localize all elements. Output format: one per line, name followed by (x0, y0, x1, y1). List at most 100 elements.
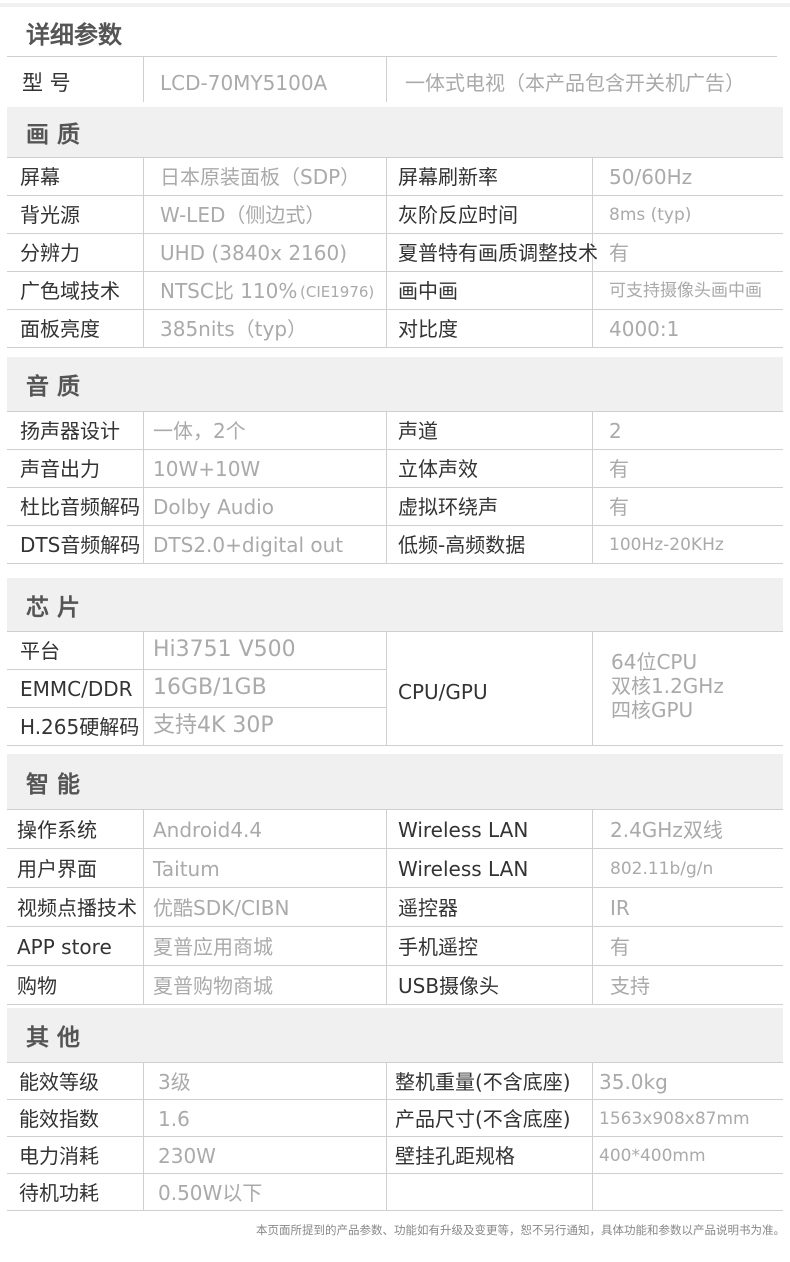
smart-col-divider (592, 809, 593, 1004)
picture-row-value-right: 50/60Hz (609, 165, 693, 189)
smart-row-line (7, 848, 386, 849)
sound-row-value: Dolby Audio (153, 495, 274, 519)
sound-row-value: 一体，2个 (153, 419, 246, 443)
chip-row-line (7, 707, 386, 708)
other-bottom-line (7, 1210, 783, 1211)
sound-row-line (387, 487, 783, 488)
smart-col-divider (386, 809, 387, 1004)
picture-row-line (7, 309, 386, 310)
picture-row-line (7, 233, 386, 234)
picture-row-label: 广色域技术 (20, 279, 120, 303)
other-top-line (7, 1062, 783, 1063)
chip-col-divider (143, 631, 144, 745)
chip-section-title: 芯 片 (26, 594, 81, 621)
picture-row-value-suffix: (CIE1976) (300, 283, 375, 301)
sound-row-label-right: 立体声效 (398, 457, 478, 481)
chip-cpu-value: 64位CPU (611, 650, 698, 674)
chip-cpu-value: 四核GPU (611, 698, 694, 722)
sound-row-value-right: 有 (609, 495, 629, 519)
other-section-title: 其 他 (26, 1025, 81, 1051)
smart-row-line (7, 926, 386, 927)
smart-row-label-right: USB摄像头 (398, 973, 500, 998)
other-row-label: 能效指数 (19, 1106, 99, 1131)
other-row-value: 0.50W以下 (158, 1180, 263, 1205)
other-col-divider (386, 1062, 387, 1210)
sound-row-value-right: 有 (609, 457, 629, 481)
picture-row-label-right: 灰阶反应时间 (398, 203, 518, 227)
smart-row-line (387, 965, 783, 966)
sound-row-line (387, 525, 783, 526)
picture-row-label: 屏幕 (20, 165, 60, 189)
model-note: 一体式电视（本产品包含开关机广告） (405, 71, 745, 95)
smart-section-header: 智 能 (7, 754, 783, 809)
smart-row-label: APP store (17, 934, 112, 959)
picture-section-title: 画 质 (26, 122, 81, 148)
sound-col-divider (143, 411, 144, 563)
smart-row-value: 夏普应用商城 (153, 934, 273, 959)
picture-row-value: NTSC比 110% (160, 279, 298, 303)
other-row-value: 3级 (158, 1069, 191, 1094)
smart-section-title: 智 能 (26, 771, 81, 798)
sound-row-label: DTS音频解码 (20, 533, 141, 557)
sound-row-label-right: 低频-高频数据 (398, 533, 526, 557)
picture-row-label: 面板亮度 (20, 317, 100, 341)
picture-row-label: 分辨力 (20, 241, 80, 265)
picture-row-label-right: 画中画 (398, 279, 458, 303)
smart-row-line (387, 848, 783, 849)
picture-top-line (7, 157, 783, 158)
picture-row-line (7, 195, 386, 196)
picture-col-divider (386, 157, 387, 347)
top-divider (0, 3, 790, 7)
picture-row-label: 背光源 (20, 203, 80, 227)
other-row-value: 230W (158, 1143, 216, 1168)
sound-row-line (7, 525, 386, 526)
picture-row-line (387, 195, 783, 196)
title-underline (7, 56, 777, 57)
picture-bottom-line (7, 347, 783, 348)
smart-row-label-right: Wireless LAN (398, 817, 529, 842)
other-row-label-right: 产品尺寸(不含底座) (395, 1106, 571, 1131)
sound-row-value-right: 100Hz-20KHz (609, 535, 724, 555)
sound-row-label: 扬声器设计 (20, 419, 120, 443)
chip-row-value: 支持4K 30P (153, 713, 274, 738)
sound-section-title: 音 质 (26, 374, 81, 400)
smart-row-value: Android4.4 (153, 817, 263, 842)
smart-row-label: 操作系统 (17, 817, 97, 842)
model-divider-1 (143, 56, 144, 102)
chip-row-line (7, 669, 386, 670)
picture-row-line (387, 271, 783, 272)
other-row-line (387, 1173, 783, 1174)
smart-row-label: 用户界面 (17, 856, 97, 881)
sound-row-label-right: 虚拟环绕声 (398, 495, 498, 519)
other-row-value-right: 400*400mm (599, 1145, 706, 1166)
sound-row-value: 10W+10W (153, 457, 261, 481)
picture-row-value-right: 可支持摄像头画中画 (609, 281, 762, 301)
smart-row-value: Taitum (153, 856, 220, 881)
model-divider-2 (386, 56, 387, 102)
other-section-header: 其 他 (7, 1008, 783, 1062)
sound-row-label: 杜比音频解码 (20, 495, 140, 519)
model-value: LCD-70MY5100A (160, 71, 328, 95)
sound-section-header: 音 质 (7, 357, 783, 411)
chip-bottom-line (7, 745, 783, 746)
smart-row-label: 视频点播技术 (17, 895, 137, 920)
chip-cpu-label: CPU/GPU (398, 680, 488, 704)
picture-row-line (7, 271, 386, 272)
smart-row-label-right: 手机遥控 (398, 934, 478, 959)
other-row-label-right: 壁挂孔距规格 (395, 1143, 515, 1168)
picture-row-value-right: 4000:1 (609, 317, 680, 341)
sound-row-line (7, 449, 386, 450)
smart-top-line (7, 809, 783, 810)
chip-row-value: 16GB/1GB (153, 675, 267, 700)
chip-top-line (7, 631, 783, 632)
chip-row-label: 平台 (20, 639, 60, 663)
sound-col-divider (592, 411, 593, 563)
sound-row-value-right: 2 (609, 419, 622, 443)
chip-row-label: H.265硬解码 (20, 715, 140, 739)
other-row-line (7, 1173, 386, 1174)
other-row-label: 待机功耗 (19, 1180, 99, 1205)
other-row-line (387, 1136, 783, 1137)
other-row-label: 能效等级 (19, 1069, 99, 1094)
other-col-divider (592, 1062, 593, 1210)
smart-row-value: 优酷SDK/CIBN (153, 895, 290, 920)
